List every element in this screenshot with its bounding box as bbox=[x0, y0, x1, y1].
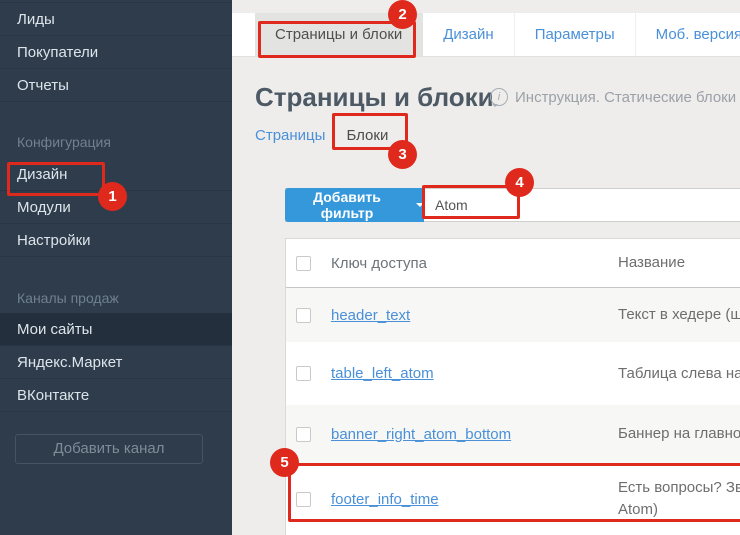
row-checkbox[interactable] bbox=[296, 366, 311, 381]
info-bubble-icon: i bbox=[490, 88, 508, 106]
header-tabbar: Страницы и блоки Дизайн Параметры Моб. в… bbox=[232, 13, 740, 57]
sidebar-item-my-sites[interactable]: Мои сайты bbox=[0, 313, 232, 346]
row-checkbox[interactable] bbox=[296, 492, 311, 507]
filter-bar: Добавить фильтр bbox=[285, 188, 740, 222]
table-row: header_text Текст в хедере (шаб bbox=[286, 288, 740, 342]
sidebar-item-customers[interactable]: Покупатели bbox=[0, 36, 232, 69]
add-filter-button[interactable]: Добавить фильтр bbox=[285, 188, 424, 222]
block-name: Текст в хедере (шаб bbox=[618, 304, 740, 326]
sidebar-section-configuration: Конфигурация bbox=[0, 134, 232, 150]
subtabs: Страницы Блоки bbox=[255, 127, 388, 144]
sidebar-item-vkontakte[interactable]: ВКонтакте bbox=[0, 379, 232, 412]
sidebar-item-settings[interactable]: Настройки bbox=[0, 224, 232, 257]
sidebar: Лиды Покупатели Отчеты Конфигурация Диза… bbox=[0, 0, 232, 535]
admin-panel-window: Лиды Покупатели Отчеты Конфигурация Диза… bbox=[0, 0, 740, 535]
table-row: banner_right_atom_bottom Баннер на главн… bbox=[286, 405, 740, 463]
table-row: footer_info_time Есть вопросы? Звон Atom… bbox=[286, 463, 740, 535]
sidebar-item-modules[interactable]: Модули bbox=[0, 191, 232, 224]
main-content: Страницы и блоки Дизайн Параметры Моб. в… bbox=[232, 0, 740, 535]
blocks-table: Ключ доступа Название header_text Текст … bbox=[285, 238, 740, 535]
table-row: table_left_atom Таблица слева на гл bbox=[286, 342, 740, 405]
row-checkbox[interactable] bbox=[296, 308, 311, 323]
add-filter-label: Добавить фильтр bbox=[285, 189, 409, 221]
block-key-link[interactable]: banner_right_atom_bottom bbox=[331, 426, 511, 443]
tab-pages-and-blocks[interactable]: Страницы и блоки bbox=[255, 13, 423, 56]
block-name: Есть вопросы? Звон Atom) bbox=[618, 477, 740, 521]
tab-design[interactable]: Дизайн bbox=[423, 13, 514, 56]
subtab-blocks[interactable]: Блоки bbox=[346, 127, 388, 144]
sidebar-item-design[interactable]: Дизайн bbox=[0, 158, 232, 191]
sidebar-item-yandex-market[interactable]: Яндекс.Маркет bbox=[0, 346, 232, 379]
block-name: Таблица слева на гл bbox=[618, 363, 740, 385]
sidebar-item-leads[interactable]: Лиды bbox=[0, 3, 232, 36]
tab-mobile-version[interactable]: Моб. версия bbox=[636, 13, 740, 56]
chevron-down-icon bbox=[416, 203, 424, 211]
sidebar-nav-top: Лиды Покупатели Отчеты bbox=[0, 2, 232, 102]
instruction-link[interactable]: i Инструкция. Статические блоки bbox=[490, 88, 736, 106]
column-header-access-key: Ключ доступа bbox=[331, 255, 618, 272]
row-checkbox[interactable] bbox=[296, 427, 311, 442]
table-header-row: Ключ доступа Название bbox=[286, 239, 740, 288]
add-channel-button[interactable]: Добавить канал bbox=[15, 434, 203, 464]
block-key-link[interactable]: table_left_atom bbox=[331, 365, 434, 382]
subtab-pages[interactable]: Страницы bbox=[255, 127, 325, 144]
block-key-link[interactable]: footer_info_time bbox=[331, 491, 439, 508]
select-all-checkbox[interactable] bbox=[296, 256, 311, 271]
tab-parameters[interactable]: Параметры bbox=[515, 13, 636, 56]
sidebar-item-reports[interactable]: Отчеты bbox=[0, 69, 232, 102]
instruction-link-label: Инструкция. Статические блоки bbox=[515, 89, 736, 106]
sidebar-section-sales-channels: Каналы продаж bbox=[0, 290, 232, 306]
block-key-link[interactable]: header_text bbox=[331, 307, 410, 324]
block-name: Баннер на главной bbox=[618, 423, 740, 445]
column-header-name: Название bbox=[618, 252, 740, 274]
filter-search-input[interactable] bbox=[424, 189, 740, 221]
page-title: Страницы и блоки bbox=[255, 82, 494, 113]
